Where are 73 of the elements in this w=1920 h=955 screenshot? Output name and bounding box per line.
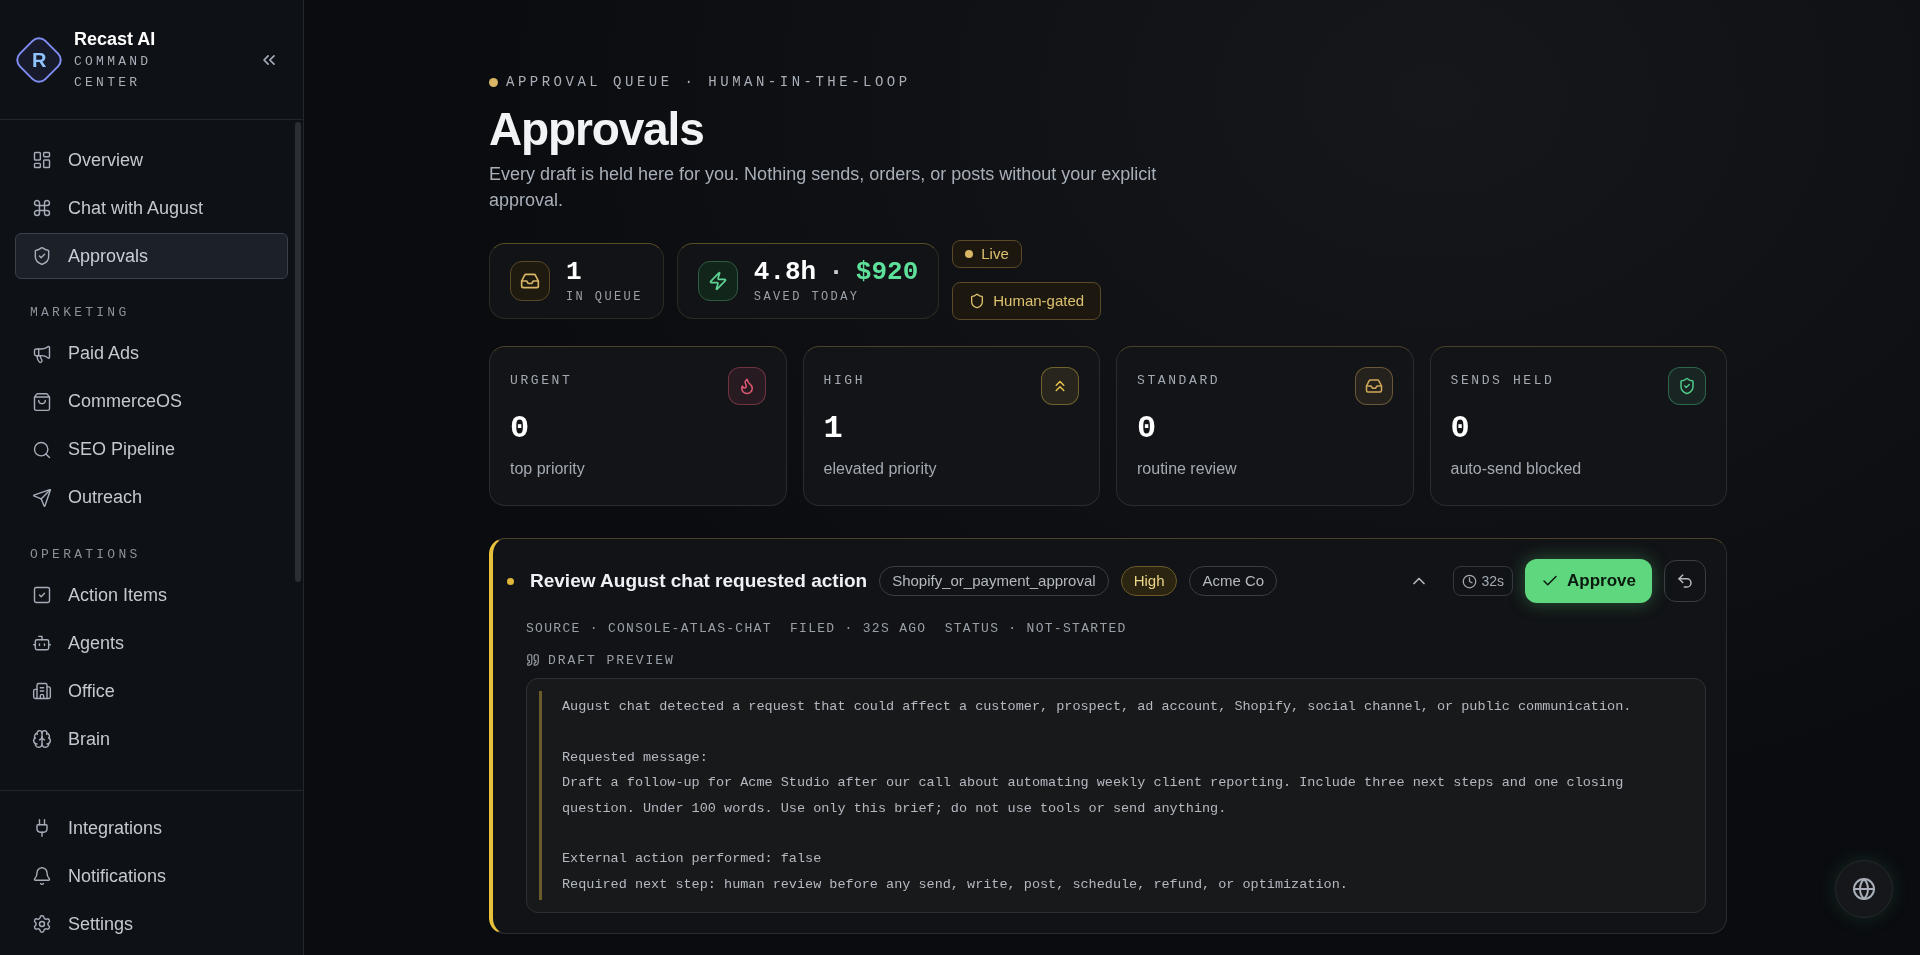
- draft-line: August chat detected a request that could affect a customer, prospect, ad account, Shopify, social channel, or public communication.: [562, 698, 1633, 716]
- search-icon: [32, 439, 52, 460]
- priority-tag: High: [1120, 566, 1178, 596]
- brand-subtitle: COMMAND CENTER: [74, 52, 153, 92]
- shopping-bag-icon: [32, 391, 52, 412]
- approval-meta: SOURCE · CONSOLE-ATLAS-CHAT FILED · 32S AGO STATUS · NOT-STARTED: [526, 620, 1128, 638]
- savings-amount: $920: [855, 256, 919, 288]
- checkbox-icon: [32, 585, 52, 605]
- card-label: STANDARD: [1137, 372, 1221, 390]
- nav-item[interactable]: SEO Pipeline: [15, 426, 288, 473]
- card-value: 1: [823, 409, 844, 449]
- nav-item[interactable]: Integrations: [15, 805, 288, 851]
- nav-item[interactable]: Brain: [15, 716, 288, 762]
- globe-icon: [1852, 877, 1876, 901]
- approval-title: Review August chat requested action: [530, 568, 868, 593]
- card-caption: auto-send blocked: [1450, 459, 1583, 479]
- section-heading: MARKETING: [29, 304, 131, 322]
- separator: ·: [828, 256, 844, 288]
- summary-value: 4.8h: [753, 256, 817, 288]
- bell-icon: [32, 866, 52, 886]
- card-label: HIGH: [823, 372, 866, 390]
- draft-line: Required next step: human review before any send, write, post, schedule, refund, or optimization.: [562, 875, 1349, 894]
- draft-line: Requested message:: [562, 748, 709, 767]
- robot-icon: [32, 633, 52, 653]
- brain-icon: [32, 729, 52, 749]
- inbox-icon: [510, 261, 550, 301]
- draft-label: DRAFT PREVIEW: [548, 651, 675, 670]
- page-description: Every draft is held here for you. Nothing sends, orders, or posts without your explicit approval.: [489, 163, 1158, 212]
- card-caption: routine review: [1137, 459, 1238, 479]
- summary-value: 1: [566, 256, 582, 288]
- nav-item[interactable]: Settings: [15, 901, 288, 947]
- return-button[interactable]: [1664, 560, 1706, 602]
- human-gated-badge: Human-gated: [952, 282, 1102, 320]
- draft-line: Draft a follow-up for Acme Studio after our call about automating weekly client reporting. Include three next steps and one closing question. Under 100 words. Use only this brief; do not use tools or send anything.: [562, 774, 1625, 818]
- page-title: Approvals: [489, 102, 705, 157]
- megaphone-icon: [32, 343, 52, 364]
- nav-item[interactable]: Office: [15, 668, 288, 714]
- quote-icon: [526, 653, 540, 668]
- shield-icon: [969, 293, 986, 309]
- approve-button[interactable]: Approve: [1525, 559, 1652, 603]
- nav-item[interactable]: Overview: [15, 137, 288, 183]
- card-caption: top priority: [510, 459, 586, 479]
- clock-icon: [1462, 573, 1478, 589]
- send-icon: [32, 487, 52, 508]
- nav-item[interactable]: CommerceOS: [15, 378, 288, 425]
- card-value: 0: [1450, 409, 1471, 449]
- command-icon: [32, 198, 52, 218]
- grid-icon: [32, 150, 52, 170]
- lightning-icon: [697, 261, 738, 301]
- age-badge: 32s: [1453, 566, 1514, 596]
- eyebrow: APPROVAL QUEUE · HUMAN-IN-THE-LOOP: [506, 73, 911, 92]
- nav-item[interactable]: Paid Ads: [15, 330, 288, 377]
- card-caption: elevated priority: [823, 459, 938, 479]
- settings-icon: [32, 914, 52, 934]
- brand-name: Recast AI: [74, 27, 157, 51]
- draft-line: External action performed: false: [562, 850, 823, 868]
- card-value: 0: [510, 409, 531, 449]
- live-badge: Live: [952, 240, 1022, 268]
- nav-item[interactable]: Agents: [15, 620, 288, 666]
- return-arrow-icon: [1676, 572, 1694, 590]
- section-heading: OPERATIONS: [29, 545, 142, 564]
- nav-item[interactable]: Outreach: [15, 474, 288, 521]
- nav-item[interactable]: Notifications: [15, 853, 288, 899]
- nav-item[interactable]: Approvals: [15, 233, 288, 279]
- nav-item[interactable]: Action Items: [15, 572, 288, 618]
- card-label: URGENT: [510, 372, 573, 390]
- shield-check-icon: [32, 246, 52, 266]
- building-icon: [32, 681, 52, 701]
- nav-item[interactable]: Chat with August: [15, 185, 288, 231]
- card-label: SENDS HELD: [1450, 372, 1555, 390]
- card-value: 0: [1137, 409, 1158, 449]
- summary-label: SAVED TODAY: [753, 289, 861, 306]
- summary-label: IN QUEUE: [566, 289, 643, 306]
